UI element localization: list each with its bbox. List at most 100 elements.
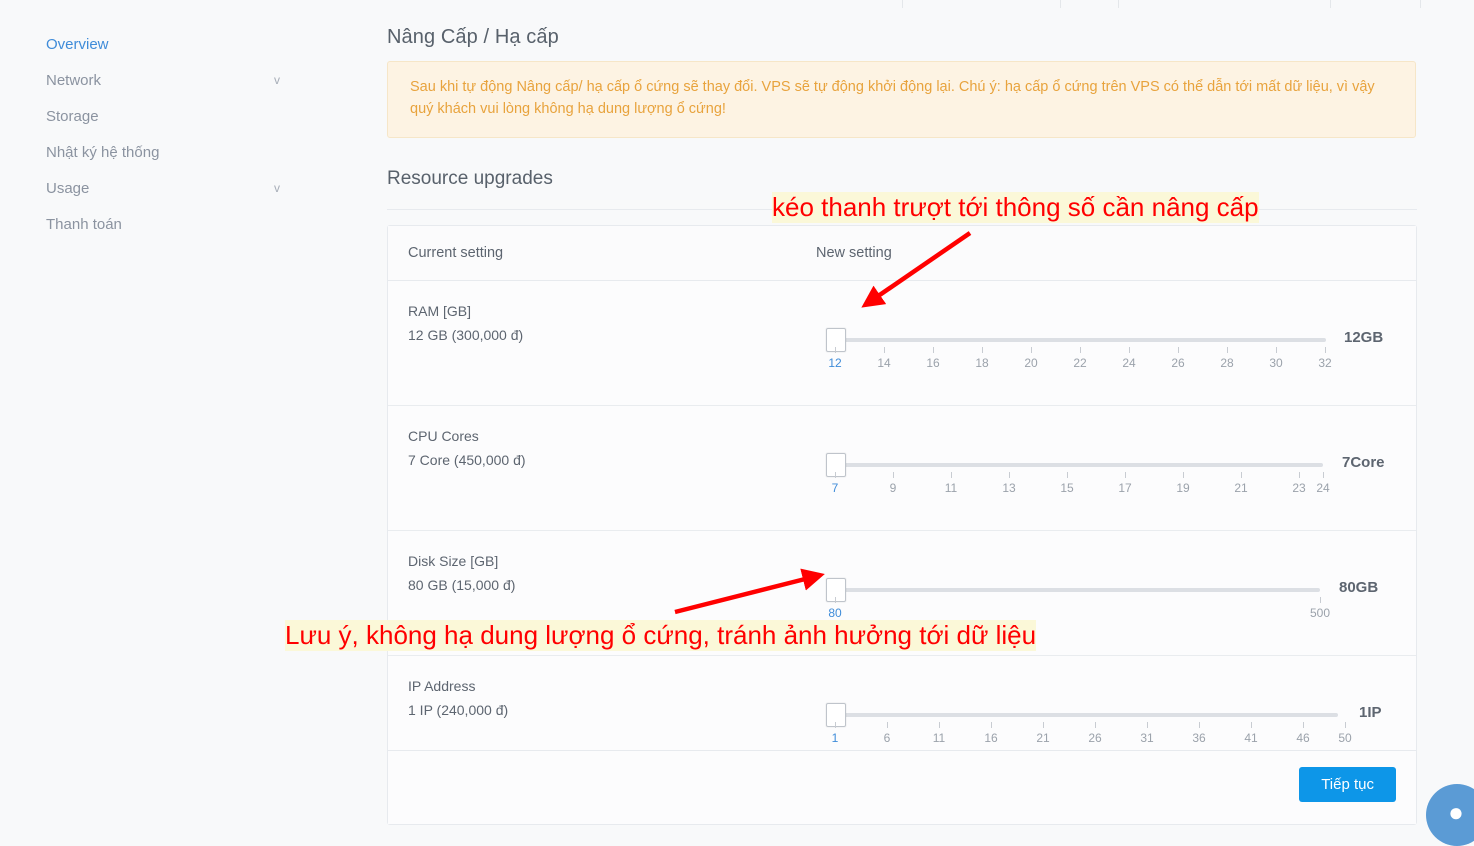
slider-tick	[835, 472, 836, 478]
slider-tick	[1043, 722, 1044, 728]
slider-thumb[interactable]	[826, 703, 846, 727]
page-title: Nâng Cấp / Hạ cấp	[387, 26, 559, 48]
sidebar-item-label: Usage	[46, 179, 90, 197]
sidebar-item-system-log[interactable]: Nhật ký hệ thống	[0, 134, 340, 170]
slider-tick	[939, 722, 940, 728]
sidebar-item-label: Thanh toán	[46, 215, 122, 233]
slider-tick	[1183, 472, 1184, 478]
slider-tick	[933, 347, 934, 353]
support-chat-icon[interactable]: ●	[1426, 784, 1474, 846]
slider-tick-label: 14	[877, 356, 891, 370]
slider-tick	[991, 722, 992, 728]
slider-tick	[1251, 722, 1252, 728]
slider-tick-label: 24	[1316, 481, 1330, 495]
slider-tick-label: 24	[1122, 356, 1136, 370]
slider-tick	[1031, 347, 1032, 353]
sidebar-item-billing[interactable]: Thanh toán	[0, 206, 340, 242]
sidebar-item-network[interactable]: Network v	[0, 62, 340, 98]
sidebar-item-label: Nhật ký hệ thống	[46, 143, 160, 161]
slider-tick-label: 36	[1192, 731, 1206, 745]
main-content: Nâng Cấp / Hạ cấp Sau khi tự động Nâng c…	[340, 8, 1474, 830]
chat-bubble-glyph: ●	[1448, 797, 1464, 827]
slider-tick-label: 23	[1292, 481, 1306, 495]
card-footer: Tiếp tục	[388, 750, 1416, 824]
slider-tick-label: 16	[926, 356, 940, 370]
slider-tick	[887, 722, 888, 728]
slider-tick-label: 20	[1024, 356, 1038, 370]
column-divider	[1118, 0, 1119, 8]
column-header-current-setting: Current setting	[408, 245, 504, 261]
slider-tick-label: 22	[1073, 356, 1087, 370]
top-cutoff-strip	[0, 0, 1474, 8]
slider-tick-label: 7	[831, 481, 839, 495]
slider-tick	[1178, 347, 1179, 353]
slider-thumb[interactable]	[826, 578, 846, 602]
slider-tick-label: 500	[1309, 606, 1331, 620]
slider-tick-label: 32	[1318, 356, 1332, 370]
slider-tick-label: 15	[1060, 481, 1074, 495]
resource-current-value: 7 Core (450,000 đ)	[408, 452, 526, 469]
slider-tick	[1080, 347, 1081, 353]
section-title: Resource upgrades	[387, 168, 553, 189]
column-divider	[1060, 0, 1061, 8]
slider-track[interactable]	[826, 588, 1320, 592]
slider-tick	[1276, 347, 1277, 353]
resource-current-value: 80 GB (15,000 đ)	[408, 577, 516, 594]
slider-track[interactable]	[826, 338, 1326, 342]
slider-tick	[893, 472, 894, 478]
slider-cell-ram: 12 14 16 18 20 22 24 26 28 30 32 12GB	[796, 281, 1416, 405]
slider-tick-label: 19	[1176, 481, 1190, 495]
slider-cell-cpu: 7 9 11 13 15 17 19 21 23 24 7Core	[796, 406, 1416, 530]
slider-tick	[982, 347, 983, 353]
slider-tick-label: 16	[984, 731, 998, 745]
slider-tick	[1125, 472, 1126, 478]
table-row: RAM [GB] 12 GB (300,000 đ) 12 14 16 18 2…	[388, 281, 1416, 406]
slider-thumb[interactable]	[826, 453, 846, 477]
slider-tick	[1325, 347, 1326, 353]
column-divider	[1330, 0, 1331, 8]
slider-tick-label: 26	[1171, 356, 1185, 370]
slider-value-label: 12GB	[1344, 329, 1384, 346]
slider-tick	[884, 347, 885, 353]
slider-tick-label: 11	[944, 481, 958, 495]
sidebar-item-overview[interactable]: Overview	[0, 26, 340, 62]
slider-thumb[interactable]	[826, 328, 846, 352]
resource-name: RAM [GB]	[408, 303, 472, 319]
sidebar-item-label: Overview	[46, 35, 109, 53]
slider-tick-label: 9	[889, 481, 897, 495]
slider-track[interactable]	[826, 713, 1338, 717]
slider-tick	[835, 347, 836, 353]
slider-tick-label: 28	[1220, 356, 1234, 370]
slider-tick	[1227, 347, 1228, 353]
slider-tick	[1129, 347, 1130, 353]
slider-track[interactable]	[826, 463, 1323, 467]
slider-tick	[1323, 472, 1324, 478]
sidebar-item-storage[interactable]: Storage	[0, 98, 340, 134]
slider-tick-label: 21	[1234, 481, 1248, 495]
chevron-down-icon: v	[274, 73, 280, 87]
column-header-new-setting: New setting	[816, 245, 892, 261]
sidebar-item-usage[interactable]: Usage v	[0, 170, 340, 206]
sidebar-item-label: Storage	[46, 107, 99, 125]
slider-tick-label: 41	[1244, 731, 1258, 745]
resource-current-value: 12 GB (300,000 đ)	[408, 327, 524, 344]
annotation-text-1: kéo thanh trượt tới thông số cần nâng cấ…	[772, 192, 1259, 223]
slider-tick-label: 1	[831, 731, 839, 745]
slider-tick-label: 26	[1088, 731, 1102, 745]
continue-button[interactable]: Tiếp tục	[1299, 767, 1396, 802]
slider-tick	[1067, 472, 1068, 478]
annotation-text-2: Lưu ý, không hạ dung lượng ổ cứng, tránh…	[285, 620, 1037, 651]
slider-tick-label: 6	[883, 731, 891, 745]
column-divider	[1420, 0, 1421, 8]
slider-tick	[835, 722, 836, 728]
chevron-down-icon: v	[274, 181, 280, 195]
slider-value-label: 7Core	[1342, 454, 1385, 471]
slider-value-label: 1IP	[1359, 704, 1382, 721]
slider-tick	[1345, 722, 1346, 728]
table-header-row: Current setting New setting	[388, 226, 1416, 281]
table-row: CPU Cores 7 Core (450,000 đ) 7 9 11 13 1…	[388, 406, 1416, 531]
slider-tick	[1199, 722, 1200, 728]
sidebar-item-label: Network	[46, 71, 102, 89]
resource-name: Disk Size [GB]	[408, 553, 499, 569]
slider-tick	[1095, 722, 1096, 728]
